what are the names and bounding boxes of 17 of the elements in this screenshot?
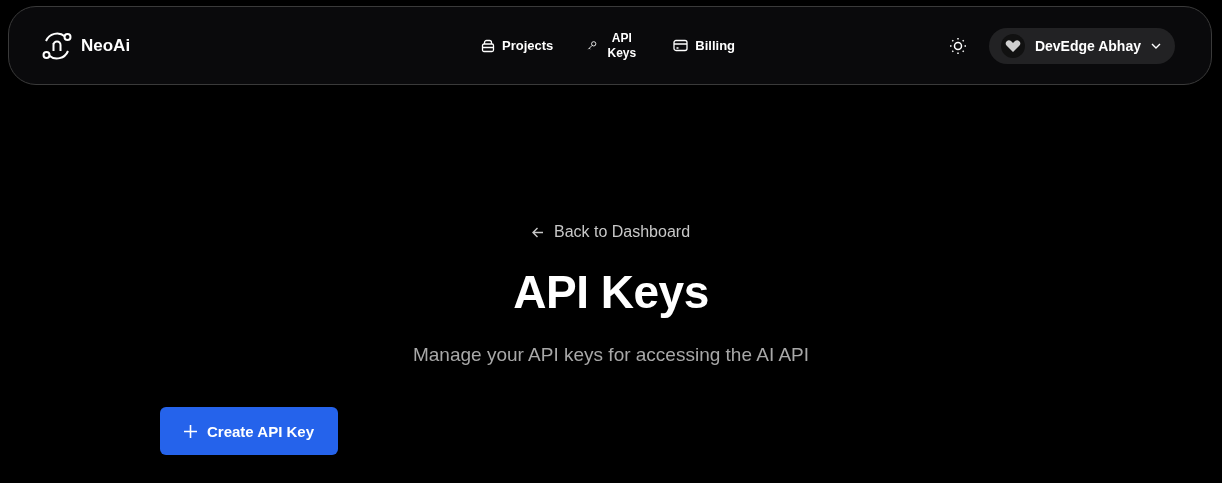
create-api-key-button[interactable]: Create API Key xyxy=(160,407,338,455)
nav-link[interactable]: Projects xyxy=(481,38,554,53)
nav-link[interactable]: API Keys xyxy=(587,30,640,61)
credit-card-icon xyxy=(673,39,689,52)
briefcase-icon xyxy=(481,38,495,53)
user-menu[interactable]: DevEdge Abhay xyxy=(988,27,1175,64)
chevron-down-icon xyxy=(1151,42,1161,49)
theme-toggle-icon[interactable] xyxy=(948,36,967,55)
brand-name[interactable]: NeoAi xyxy=(81,35,131,56)
nav-link[interactable]: Billing xyxy=(673,38,735,53)
page-subtitle: Manage your API keys for accessing the AI API xyxy=(412,344,810,366)
avatar-icon xyxy=(1000,33,1025,58)
arrow-left-icon xyxy=(531,226,544,238)
plus-icon xyxy=(184,424,197,438)
page-title: API Keys xyxy=(513,265,709,319)
logo-icon xyxy=(41,30,73,61)
back-link[interactable]: Back to Dashboard xyxy=(531,223,691,241)
